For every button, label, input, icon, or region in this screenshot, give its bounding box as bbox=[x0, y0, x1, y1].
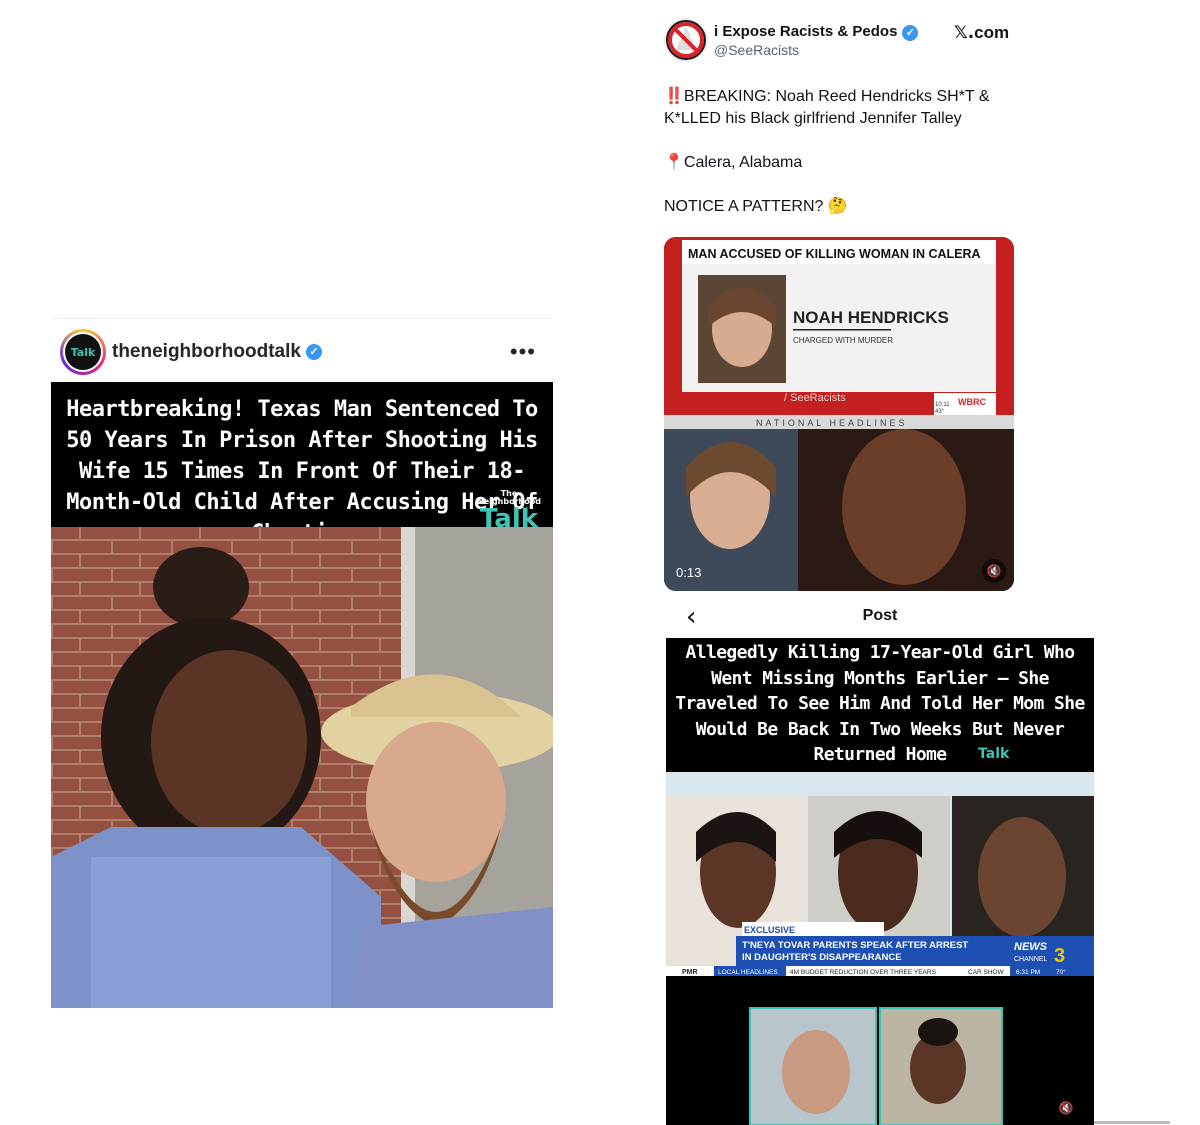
post-line-pattern: NOTICE A PATTERN? 🤔 bbox=[664, 198, 848, 215]
breaking-text: BREAKING: Noah Reed Hendricks SH*T & K*L… bbox=[664, 88, 990, 127]
location-pin-icon: 📍 bbox=[664, 154, 684, 171]
watermark-text: Talk bbox=[479, 504, 539, 534]
mute-icon[interactable]: 🔇 bbox=[982, 559, 1006, 583]
anchor-name-text: NOAH HENDRICKS bbox=[793, 308, 949, 327]
x-logo-icon: 𝕏. bbox=[954, 23, 975, 43]
mute-icon[interactable]: 🔇 bbox=[1054, 1096, 1078, 1120]
charge-text: CHARGED WITH MURDER bbox=[793, 336, 893, 345]
station-logo-text: WBRC bbox=[958, 397, 986, 407]
avatar-logo: Talk bbox=[63, 332, 103, 372]
divider bbox=[52, 318, 552, 319]
post-nav-bar: ‹ Post bbox=[666, 598, 1094, 636]
video-player[interactable]: MAN ACCUSED OF KILLING WOMAN IN CALERA N… bbox=[664, 237, 1014, 591]
video-timestamp: 0:13 bbox=[676, 565, 702, 580]
handle[interactable]: @SeeRacists bbox=[714, 42, 799, 58]
username[interactable]: theneighborhoodtalk bbox=[112, 341, 301, 363]
instagram-post-image[interactable]: Heartbreaking! Texas Man Sentenced To 50… bbox=[51, 382, 553, 1008]
more-options-icon[interactable]: ••• bbox=[510, 339, 536, 365]
news-channel-text: CHANNEL bbox=[1014, 956, 1048, 963]
temperature-text: 43° bbox=[935, 409, 945, 415]
interview-photos bbox=[666, 1002, 1094, 1125]
ticker-text: NATIONAL HEADLINES bbox=[756, 418, 908, 428]
page-title: Post bbox=[862, 607, 898, 624]
avatar[interactable]: Talk bbox=[60, 329, 106, 375]
news-temp-text: 70° bbox=[1056, 968, 1066, 976]
ticker-second-text: CAR SHOW bbox=[968, 969, 1005, 976]
news-station-text: NEWS bbox=[1014, 941, 1048, 953]
local-headlines-text: LOCAL HEADLINES bbox=[718, 969, 778, 976]
exclusive-tag-text: EXCLUSIVE bbox=[744, 925, 795, 935]
instagram-post-header: Talk theneighborhoodtalk ✓ ••• bbox=[52, 326, 552, 378]
scrollbar[interactable] bbox=[1094, 1121, 1170, 1124]
news-time-text: 6:31 PM bbox=[1016, 969, 1040, 976]
display-name[interactable]: i Expose Racists & Pedos ✓ bbox=[714, 23, 919, 41]
post-media[interactable]: Allegedly Killing 17-Year-Old Girl Who W… bbox=[666, 638, 1094, 1125]
post-line-breaking: ‼️BREAKING: Noah Reed Hendricks SH*T & K… bbox=[664, 86, 1024, 130]
no-hood-icon bbox=[668, 22, 704, 58]
breaking-icon: ‼️ bbox=[664, 88, 684, 105]
verified-icon: ✓ bbox=[902, 25, 919, 41]
x-brand: 𝕏.com bbox=[954, 23, 1009, 43]
left-tag-text: PMR bbox=[682, 969, 698, 976]
lower-third-text: MAN ACCUSED OF KILLING WOMAN IN CALERA bbox=[688, 247, 981, 261]
x-brand-text: com bbox=[974, 23, 1010, 42]
news-broadcast-frame: MAN ACCUSED OF KILLING WOMAN IN CALERA N… bbox=[664, 237, 1014, 591]
clock-text: 10:11 bbox=[935, 402, 950, 408]
display-name-text: i Expose Racists & Pedos bbox=[714, 23, 898, 40]
location-text: Calera, Alabama bbox=[683, 154, 803, 171]
couple-photo bbox=[51, 527, 553, 1008]
verified-icon: ✓ bbox=[305, 344, 322, 360]
channel-number-text: 3 bbox=[1054, 945, 1065, 967]
image-headline: Allegedly Killing 17-Year-Old Girl Who W… bbox=[666, 638, 1094, 772]
talk-watermark-logo: Talk bbox=[978, 746, 1010, 762]
victim-photos: EXCLUSIVE T'NEYA TOVAR PARENTS SPEAK AFT… bbox=[666, 772, 1094, 1002]
ticker-text: 4M BUDGET REDUCTION OVER THREE YEARS bbox=[790, 969, 937, 976]
news-headline-line2: IN DAUGHTER'S DISAPPEARANCE bbox=[742, 952, 902, 963]
news-headline-line1: T'NEYA TOVAR PARENTS SPEAK AFTER ARREST bbox=[742, 940, 968, 951]
post-text: ‼️BREAKING: Noah Reed Hendricks SH*T & K… bbox=[664, 86, 1024, 240]
talk-watermark-logo: The Neighborhood Talk bbox=[469, 490, 549, 542]
video-watermark-text: / SeeRacists bbox=[784, 392, 846, 404]
avatar[interactable] bbox=[664, 18, 708, 62]
post-line-location: 📍Calera, Alabama bbox=[664, 152, 1024, 174]
